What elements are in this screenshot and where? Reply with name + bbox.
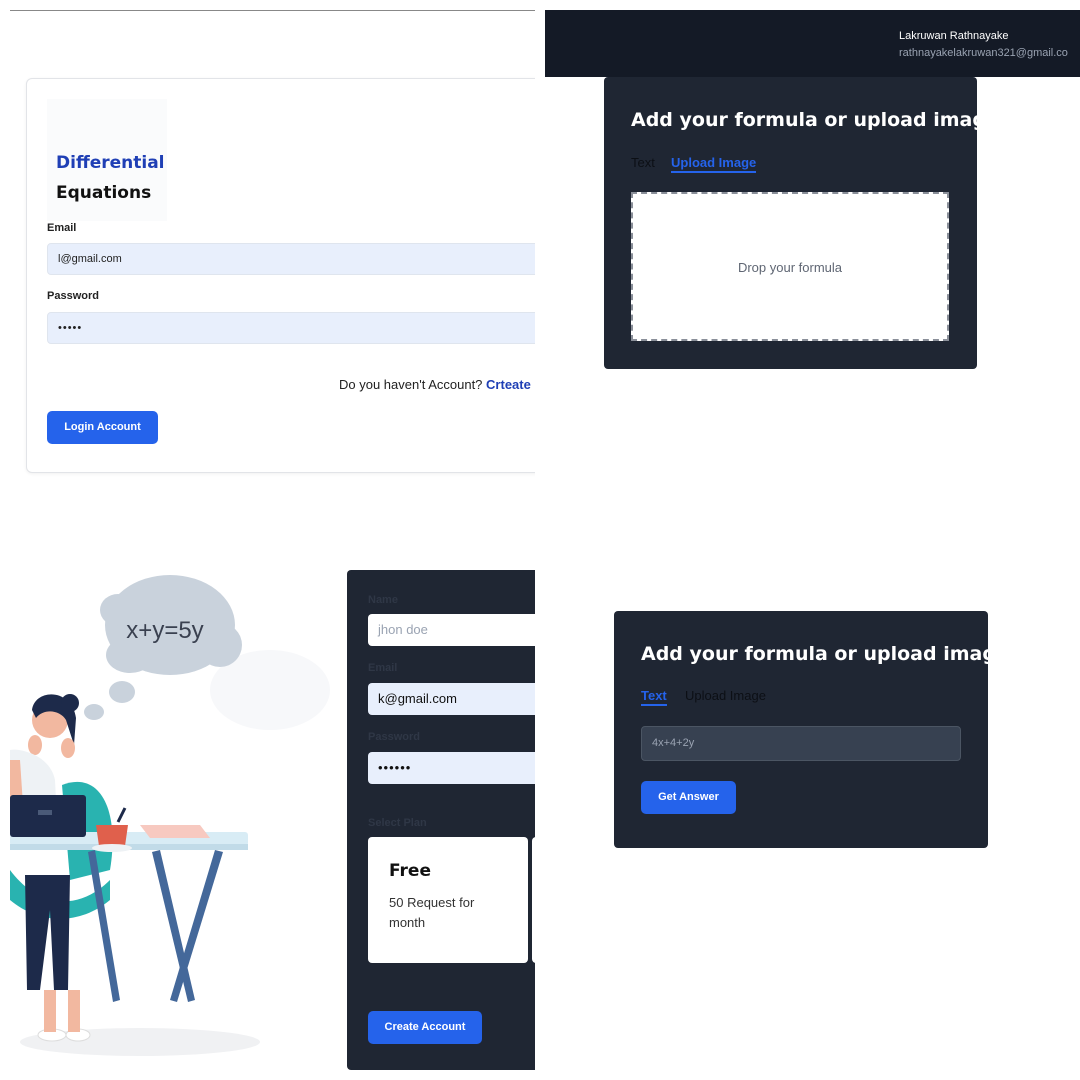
plan-description: 50 Request for month (389, 895, 475, 930)
formula-card-title: Add your formula or upload image (631, 109, 999, 131)
signup-prompt: Do you haven't Account? Crteate (339, 377, 531, 392)
login-viewport: Differential Equations Email l@gmail.com… (0, 0, 535, 540)
login-button[interactable]: Login Account (47, 411, 158, 444)
thought-formula-text: x+y=5y (126, 617, 203, 644)
plan-name: Free (389, 861, 431, 881)
formula-card-title: Add your formula or upload image (641, 643, 1009, 665)
email-label: Email (47, 222, 77, 234)
dropzone-label: Drop your formula (737, 260, 843, 275)
signup-password-label: Password (368, 731, 420, 743)
formula-dropzone[interactable]: Drop your formula (631, 192, 949, 341)
create-account-link[interactable]: Crteate (486, 377, 531, 392)
signup-password-field[interactable]: •••••• (368, 752, 535, 784)
signup-email-field[interactable]: k@gmail.com (368, 683, 535, 715)
signup-panel: Name jhon doe Email k@gmail.com Password… (347, 570, 535, 1070)
email-field[interactable]: l@gmail.com (47, 243, 535, 275)
thinking-woman-illustration: x+y=5y (10, 575, 330, 1056)
get-answer-button[interactable]: Get Answer (641, 781, 736, 814)
logo-text-equations: Equations (56, 183, 152, 203)
user-name: Lakruwan Rathnayake (899, 30, 1009, 42)
text-formula-card: Add your formula or upload image Text Up… (614, 611, 1009, 848)
create-account-button[interactable]: Create Account (368, 1011, 482, 1044)
tab-upload-image[interactable]: Upload Image (671, 155, 757, 173)
plan-card-free[interactable]: Free 50 Request for month (368, 837, 528, 963)
logo-text-differential: Differential (56, 153, 165, 173)
tab-text[interactable]: Text (641, 688, 667, 706)
tab-upload-image[interactable]: Upload Image (685, 688, 766, 703)
login-card: Differential Equations Email l@gmail.com… (26, 78, 535, 473)
upload-formula-card: Add your formula or upload image Text Up… (604, 77, 999, 369)
name-input[interactable]: jhon doe (368, 614, 535, 646)
app-logo: Differential Equations (47, 99, 167, 221)
signup-prompt-text: Do you haven't Account? (339, 377, 483, 392)
password-field[interactable]: ••••• (47, 312, 535, 344)
user-email: rathnayakelakruwan321@gmail.co (899, 47, 1068, 59)
select-plan-label: Select Plan (368, 817, 427, 829)
signup-email-label: Email (368, 662, 398, 674)
top-header-bar: Lakruwan Rathnayake rathnayakelakruwan32… (545, 10, 1080, 77)
tab-text[interactable]: Text (631, 155, 655, 170)
formula-input[interactable]: 4x+4+2y (641, 726, 961, 761)
password-label: Password (47, 290, 99, 302)
plan-card-next[interactable] (532, 837, 535, 963)
name-label: Name (368, 594, 398, 606)
